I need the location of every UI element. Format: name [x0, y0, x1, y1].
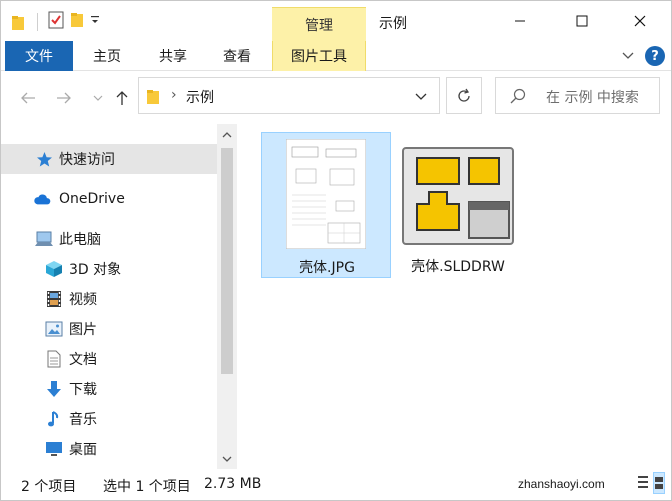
music-icon — [45, 410, 63, 428]
properties-icon[interactable] — [48, 11, 64, 33]
cube-icon — [45, 260, 63, 278]
search-icon — [510, 88, 526, 108]
file-list: 壳体.JPG 壳体.SLDDRW — [237, 124, 671, 469]
picture-icon — [45, 320, 63, 338]
close-button[interactable] — [617, 1, 663, 41]
nav-item-onedrive[interactable]: OneDrive — [1, 184, 217, 214]
large-icons-view-icon[interactable] — [653, 472, 665, 494]
breadcrumb-separator-icon[interactable]: › — [171, 87, 177, 103]
star-icon — [35, 150, 53, 168]
customize-toolbar-icon[interactable] — [90, 14, 100, 30]
minimize-button[interactable] — [497, 1, 543, 41]
nav-item-downloads[interactable]: 下载 — [1, 374, 217, 404]
tab-share[interactable]: 共享 — [147, 41, 199, 71]
download-icon — [45, 380, 63, 398]
nav-pane-scrollbar[interactable] — [217, 124, 237, 469]
nav-item-label: OneDrive — [59, 191, 125, 207]
help-icon[interactable]: ? — [645, 46, 665, 66]
tab-home[interactable]: 主页 — [81, 41, 133, 71]
tab-file[interactable]: 文件 — [5, 41, 73, 71]
context-tab-group-label: 管理 — [272, 7, 366, 41]
nav-item-label: 快速访问 — [59, 152, 115, 168]
file-item-slddrw[interactable]: 壳体.SLDDRW — [393, 132, 523, 278]
nav-item-music[interactable]: 音乐 — [1, 404, 217, 434]
watermark-text: zhanshaoyi.com — [518, 477, 605, 491]
nav-item-label: 下载 — [69, 382, 97, 398]
file-name[interactable]: 壳体.JPG — [262, 257, 392, 277]
nav-item-this-pc[interactable]: 此电脑 — [1, 224, 217, 254]
nav-item-pictures[interactable]: 图片 — [1, 314, 217, 344]
desktop-icon — [45, 440, 63, 458]
drawing-thumbnail — [285, 138, 367, 250]
nav-item-label: 图片 — [69, 322, 97, 338]
nav-item-label: 此电脑 — [59, 232, 101, 248]
forward-button[interactable] — [53, 86, 75, 110]
cloud-icon — [33, 190, 51, 208]
document-icon — [45, 350, 63, 368]
scrollbar-thumb[interactable] — [221, 148, 233, 374]
item-count: 2 个项目 — [21, 479, 77, 495]
ribbon-tabs: 文件 主页 共享 查看 图片工具 ? — [1, 41, 671, 71]
nav-item-documents[interactable]: 文档 — [1, 344, 217, 374]
recent-locations-chevron-icon[interactable] — [87, 86, 109, 110]
address-dropdown-icon[interactable] — [415, 89, 427, 105]
folder-icon — [146, 89, 162, 104]
refresh-button[interactable] — [446, 77, 482, 114]
nav-item-desktop[interactable]: 桌面 — [1, 434, 217, 464]
file-name[interactable]: 壳体.SLDDRW — [393, 256, 523, 276]
nav-item-label: 文档 — [69, 352, 97, 368]
tab-picture-tools[interactable]: 图片工具 — [272, 41, 366, 71]
nav-item-videos[interactable]: 视频 — [1, 284, 217, 314]
navigation-pane: 快速访问 OneDrive 此电脑 3D 对象 视频 图片 文档 下载 音乐 桌… — [1, 124, 237, 469]
window-title: 示例 — [379, 16, 407, 32]
search-box[interactable]: 在 示例 中搜索 — [495, 77, 660, 114]
solidworks-drawing-icon — [401, 146, 515, 246]
details-view-icon[interactable] — [637, 472, 649, 494]
quick-access-toolbar — [11, 11, 100, 33]
toolbar-separator — [37, 13, 38, 31]
maximize-button[interactable] — [559, 1, 605, 41]
nav-item-label: 3D 对象 — [69, 262, 122, 278]
back-button[interactable] — [17, 86, 39, 110]
nav-item-3d-objects[interactable]: 3D 对象 — [1, 254, 217, 284]
scroll-up-icon[interactable] — [221, 129, 233, 141]
explorer-window: 管理 示例 文件 主页 共享 查看 图片工具 ? › 示例 在 示例 中搜索 快… — [0, 0, 672, 501]
selection-size: 2.73 MB — [204, 476, 262, 492]
address-bar[interactable]: › 示例 — [138, 77, 440, 114]
computer-icon — [35, 230, 53, 248]
nav-item-label: 音乐 — [69, 412, 97, 428]
title-bar: 管理 示例 — [1, 1, 671, 41]
scroll-down-icon[interactable] — [221, 453, 233, 465]
address-row: › 示例 在 示例 中搜索 — [1, 72, 671, 124]
search-placeholder: 在 示例 中搜索 — [546, 90, 639, 106]
file-item-jpg[interactable]: 壳体.JPG — [261, 132, 391, 278]
nav-item-label: 桌面 — [69, 442, 97, 458]
tab-view[interactable]: 查看 — [211, 41, 263, 71]
new-folder-icon[interactable] — [70, 12, 84, 32]
selection-count: 选中 1 个项目 — [103, 479, 191, 495]
folder-icon — [11, 15, 27, 30]
up-button[interactable] — [111, 86, 133, 110]
film-icon — [45, 290, 63, 308]
nav-item-quick-access[interactable]: 快速访问 — [1, 144, 217, 174]
breadcrumb-current[interactable]: 示例 — [186, 87, 214, 107]
nav-item-label: 视频 — [69, 292, 97, 308]
expand-ribbon-icon[interactable] — [621, 48, 635, 66]
